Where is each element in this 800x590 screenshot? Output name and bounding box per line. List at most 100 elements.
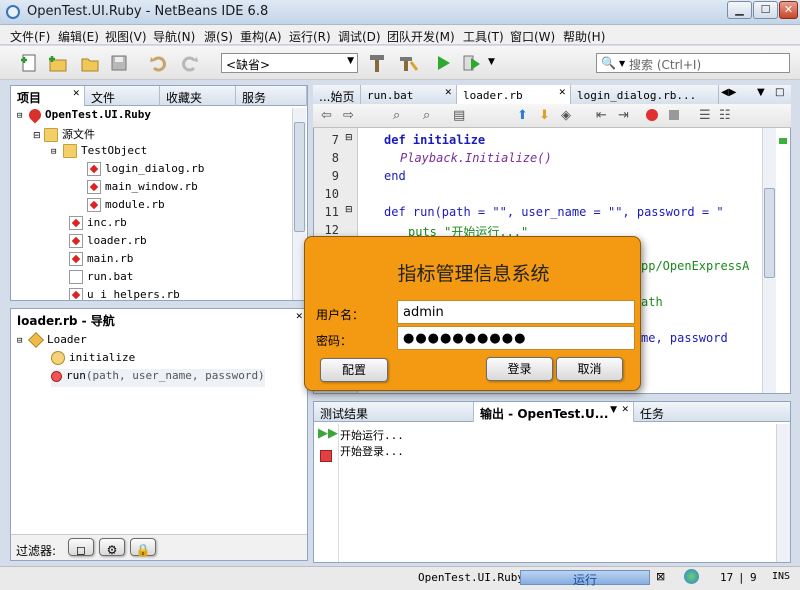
- menu-help[interactable]: 帮助(H): [563, 28, 605, 45]
- tab-loader-rb[interactable]: loader.rb ✕: [457, 85, 571, 105]
- undo-icon[interactable]: [148, 52, 170, 74]
- tree-item-main[interactable]: main.rb: [69, 252, 133, 270]
- tree-item-ui-helpers[interactable]: u_i_helpers.rb: [69, 288, 180, 300]
- menu-team[interactable]: 团队开发(M): [387, 28, 455, 45]
- uncomment-icon[interactable]: ☷: [719, 108, 731, 123]
- output-scrollbar[interactable]: [776, 424, 790, 562]
- maximize-icon[interactable]: □: [775, 87, 784, 98]
- close-icon[interactable]: ✕: [295, 312, 303, 322]
- nav-method-initialize[interactable]: initialize: [51, 351, 135, 369]
- output-divider: [338, 424, 339, 562]
- tree-project-root[interactable]: ⊟ OpenTest.UI.Ruby: [17, 106, 151, 126]
- tab-start-page[interactable]: ...始页: [313, 85, 361, 105]
- tab-favorites[interactable]: 收藏夹: [160, 86, 236, 106]
- find-next-icon[interactable]: ⌕: [423, 108, 430, 123]
- tree-item-login-dialog[interactable]: login_dialog.rb: [87, 162, 204, 180]
- tab-login-dialog[interactable]: login_dialog.rb...: [571, 85, 719, 105]
- tab-scroll-arrows[interactable]: ◀▶: [721, 87, 736, 98]
- comment-icon[interactable]: ☰: [699, 108, 711, 123]
- cancel-task-icon[interactable]: ⊠: [656, 570, 665, 583]
- find-icon[interactable]: ⌕: [393, 108, 400, 123]
- fold-icon[interactable]: ⊟: [345, 205, 353, 215]
- tree-item-inc[interactable]: inc.rb: [69, 216, 127, 234]
- open-project-icon[interactable]: [79, 52, 101, 74]
- search-input[interactable]: 🔍 ▼ 搜索 (Ctrl+I): [596, 53, 790, 73]
- nav-class-loader[interactable]: ⊟ Loader: [17, 332, 87, 351]
- record-macro-icon[interactable]: [646, 109, 658, 121]
- debug-project-icon[interactable]: [461, 52, 483, 74]
- tab-tasks[interactable]: 任务: [634, 402, 790, 422]
- error-stripe-ok-icon: [779, 138, 787, 144]
- menu-window[interactable]: 窗口(W): [510, 28, 555, 45]
- menu-tools[interactable]: 工具(T): [463, 28, 504, 45]
- menu-view[interactable]: 视图(V): [105, 28, 147, 45]
- rerun-icon[interactable]: ▶▶: [318, 426, 338, 441]
- task-progress-bar[interactable]: 运行: [520, 570, 650, 587]
- chevron-down-icon[interactable]: ▼: [488, 57, 495, 67]
- maximize-button[interactable]: ☐: [753, 1, 778, 19]
- menu-edit[interactable]: 编辑(E): [58, 28, 99, 45]
- prev-bookmark-icon[interactable]: ⬆: [517, 108, 528, 123]
- username-field[interactable]: [397, 300, 635, 324]
- fold-icon[interactable]: ⊟: [345, 133, 353, 143]
- ruby-file-icon: [87, 198, 101, 212]
- filter-fields-icon[interactable]: ◻: [68, 538, 94, 557]
- minimize-button[interactable]: ▁: [727, 1, 752, 19]
- config-button[interactable]: 配置: [320, 358, 388, 382]
- back-icon[interactable]: ⇦: [321, 108, 332, 123]
- tree-item-loader[interactable]: loader.rb: [69, 234, 147, 252]
- nav-method-run[interactable]: run(path, user_name, password): [51, 369, 265, 387]
- login-button[interactable]: 登录: [486, 357, 553, 381]
- filter-inherited-icon[interactable]: ⚙: [99, 538, 125, 557]
- filter-private-icon[interactable]: 🔒: [130, 538, 156, 557]
- close-icon[interactable]: ✕: [444, 88, 452, 98]
- menu-source[interactable]: 源(S): [204, 28, 233, 45]
- next-bookmark-icon[interactable]: ⬇: [539, 108, 550, 123]
- save-all-icon[interactable]: [108, 52, 130, 74]
- tree-source-folder[interactable]: ⊟ 源文件: [33, 126, 95, 144]
- updates-icon[interactable]: [684, 569, 699, 584]
- stop-icon[interactable]: [320, 450, 332, 462]
- shift-right-icon[interactable]: ⇥: [618, 108, 629, 123]
- tab-services[interactable]: 服务: [236, 86, 307, 106]
- run-project-icon[interactable]: [432, 52, 454, 74]
- tab-output[interactable]: 输出 - OpenTest.U... ▼ ✕: [474, 402, 634, 422]
- shift-left-icon[interactable]: ⇤: [596, 108, 607, 123]
- forward-icon[interactable]: ⇨: [343, 108, 354, 123]
- menu-run[interactable]: 运行(R): [289, 28, 331, 45]
- editor-scrollbar[interactable]: [762, 128, 776, 393]
- tab-run-bat[interactable]: run.bat ✕: [361, 85, 457, 105]
- menu-debug[interactable]: 调试(D): [338, 28, 381, 45]
- cancel-button[interactable]: 取消: [556, 357, 623, 381]
- redo-icon[interactable]: [178, 52, 200, 74]
- stop-macro-icon[interactable]: [669, 110, 679, 120]
- tab-files[interactable]: 文件: [85, 86, 160, 106]
- tree-item-testobject[interactable]: ⊟ TestObject: [51, 144, 147, 162]
- close-icon[interactable]: ✕: [72, 89, 80, 99]
- menu-navigate[interactable]: 导航(N): [153, 28, 195, 45]
- build-hammer-icon[interactable]: [366, 52, 388, 74]
- scrollbar-thumb[interactable]: [764, 188, 775, 278]
- close-window-button[interactable]: ✕: [779, 1, 798, 19]
- toggle-bookmark-icon[interactable]: ◈: [561, 108, 571, 123]
- menu-refactor[interactable]: 重构(A): [240, 28, 282, 45]
- menu-file[interactable]: 文件(F): [10, 28, 50, 45]
- tree-item-module[interactable]: module.rb: [87, 198, 165, 216]
- new-project-icon[interactable]: [46, 52, 68, 74]
- close-icon[interactable]: ✕: [621, 405, 629, 415]
- new-file-icon[interactable]: [18, 52, 40, 74]
- tab-projects[interactable]: 项目 ✕: [11, 86, 85, 106]
- tree-item-main-window[interactable]: main_window.rb: [87, 180, 198, 198]
- ruby-file-icon: [69, 234, 83, 248]
- tree-item-run-bat[interactable]: run.bat: [69, 270, 133, 288]
- tab-test-results[interactable]: 测试结果: [314, 402, 474, 422]
- toggle-highlight-icon[interactable]: ▤: [453, 108, 465, 123]
- password-field[interactable]: [397, 326, 635, 350]
- chevron-down-icon[interactable]: ▼: [610, 405, 617, 415]
- scrollbar-thumb[interactable]: [294, 122, 305, 232]
- chevron-down-icon[interactable]: ▼: [757, 87, 765, 98]
- clean-build-icon[interactable]: [397, 52, 419, 74]
- configuration-select[interactable]: <缺省> ▼: [221, 53, 358, 73]
- tab-navigator[interactable]: loader.rb - 导航 ✕: [11, 309, 307, 329]
- close-icon[interactable]: ✕: [558, 88, 566, 98]
